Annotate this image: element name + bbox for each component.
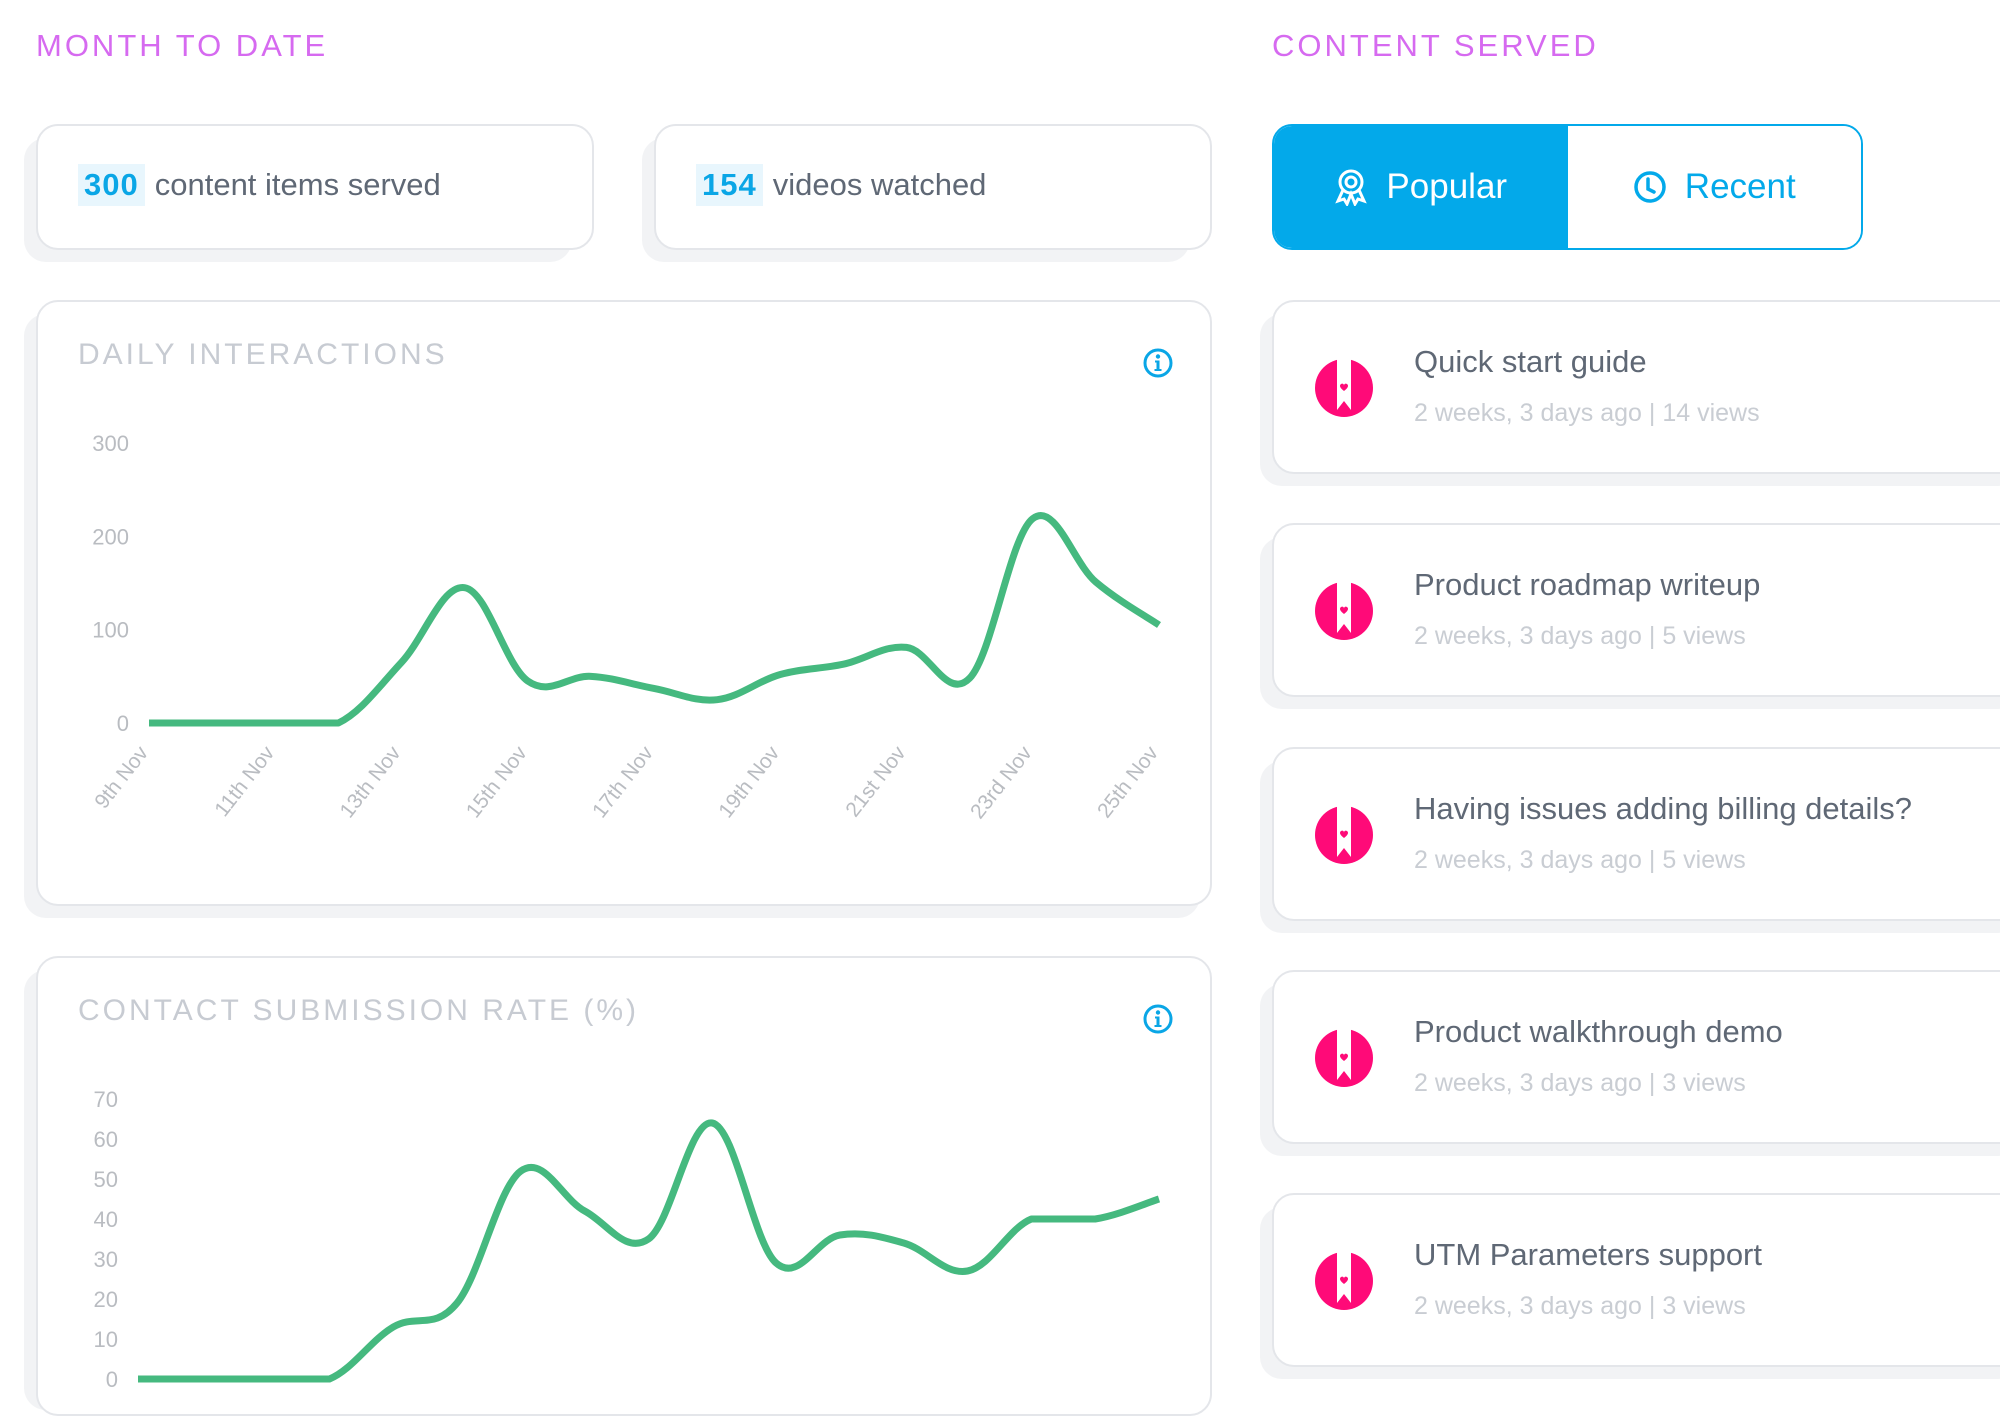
item-views: 14 views (1662, 399, 1759, 427)
tab-popular[interactable]: Popular (1274, 126, 1568, 248)
tab-recent-label: Recent (1685, 167, 1796, 207)
x-tick-label: 13th Nov (336, 742, 406, 823)
stat-label: content items served (155, 167, 441, 203)
item-title: Product walkthrough demo (1414, 1014, 1783, 1050)
y-tick-label: 10 (94, 1327, 118, 1352)
meta-separator: | (1649, 622, 1656, 650)
meta-separator: | (1649, 399, 1656, 427)
x-tick-label: 9th Nov (90, 742, 153, 814)
series-line (138, 1123, 1159, 1379)
item-age: 2 weeks, 3 days ago (1414, 1069, 1642, 1097)
list-item[interactable]: Quick start guide 2 weeks, 3 days ago | … (1272, 300, 2000, 474)
list-item[interactable]: Having issues adding billing details? 2 … (1272, 747, 2000, 921)
y-tick-label: 60 (94, 1127, 118, 1152)
y-tick-label: 0 (117, 711, 129, 736)
bookmark-icon (1314, 805, 1374, 865)
stat-label: videos watched (773, 167, 987, 203)
item-meta: 2 weeks, 3 days ago | 3 views (1414, 1292, 1746, 1321)
tab-recent[interactable]: Recent (1568, 126, 1862, 248)
y-tick-label: 40 (94, 1207, 118, 1232)
list-item[interactable]: Product walkthrough demo 2 weeks, 3 days… (1272, 970, 2000, 1144)
x-tick-label: 19th Nov (714, 742, 784, 823)
y-tick-label: 70 (94, 1087, 118, 1112)
item-age: 2 weeks, 3 days ago (1414, 1292, 1642, 1320)
meta-separator: | (1649, 1069, 1656, 1097)
item-age: 2 weeks, 3 days ago (1414, 622, 1642, 650)
tab-popular-label: Popular (1386, 167, 1507, 207)
meta-separator: | (1649, 1292, 1656, 1320)
y-tick-label: 0 (106, 1367, 118, 1392)
item-views: 5 views (1662, 846, 1745, 874)
item-meta: 2 weeks, 3 days ago | 3 views (1414, 1069, 1746, 1098)
item-views: 3 views (1662, 1069, 1745, 1097)
meta-separator: | (1649, 846, 1656, 874)
stat-card-content-served: 300 content items served (36, 124, 594, 250)
y-tick-label: 50 (94, 1167, 118, 1192)
item-views: 3 views (1662, 1292, 1745, 1320)
x-tick-label: 11th Nov (210, 742, 279, 822)
item-title: Product roadmap writeup (1414, 567, 1760, 603)
y-tick-label: 100 (92, 618, 129, 643)
bookmark-icon (1314, 581, 1374, 641)
x-tick-label: 17th Nov (588, 742, 658, 823)
x-tick-label: 21st Nov (841, 742, 910, 822)
item-meta: 2 weeks, 3 days ago | 14 views (1414, 399, 1760, 428)
content-sort-toggle: Popular Recent (1272, 124, 1863, 250)
item-age: 2 weeks, 3 days ago (1414, 846, 1642, 874)
bookmark-icon (1314, 358, 1374, 418)
x-tick-label: 15th Nov (462, 742, 532, 823)
list-item[interactable]: UTM Parameters support 2 weeks, 3 days a… (1272, 1193, 2000, 1367)
y-tick-label: 20 (94, 1287, 118, 1312)
stat-card-videos-watched: 154 videos watched (654, 124, 1212, 250)
item-title: Quick start guide (1414, 344, 1647, 380)
item-age: 2 weeks, 3 days ago (1414, 399, 1642, 427)
bookmark-icon (1314, 1251, 1374, 1311)
month-to-date-title: MONTH TO DATE (36, 28, 328, 64)
content-served-title: CONTENT SERVED (1272, 28, 1599, 64)
bookmark-icon (1314, 1028, 1374, 1088)
stat-value: 154 (696, 164, 763, 206)
item-title: Having issues adding billing details? (1414, 791, 1912, 827)
x-tick-label: 25th Nov (1093, 742, 1163, 823)
x-tick-label: 23rd Nov (966, 742, 1037, 824)
stat-value: 300 (78, 164, 145, 206)
contact-submission-card: CONTACT SUBMISSION RATE (%) 010203040506… (36, 956, 1212, 1416)
item-meta: 2 weeks, 3 days ago | 5 views (1414, 846, 1746, 875)
y-tick-label: 30 (94, 1247, 118, 1272)
clock-icon (1633, 170, 1667, 204)
award-icon (1334, 168, 1368, 206)
daily-interactions-card: DAILY INTERACTIONS 01002003009th Nov11th… (36, 300, 1212, 906)
item-meta: 2 weeks, 3 days ago | 5 views (1414, 622, 1746, 651)
item-title: UTM Parameters support (1414, 1237, 1762, 1273)
daily-interactions-chart: 0 100 200 300 9th Nov 11th Nov 13th Nov 15th No… (38, 302, 1214, 908)
item-views: 5 views (1662, 622, 1745, 650)
list-item[interactable]: Product roadmap writeup 2 weeks, 3 days … (1272, 523, 2000, 697)
series-line (149, 516, 1159, 723)
y-tick-label: 300 (92, 431, 129, 456)
contact-submission-chart: 0 10 20 30 40 50 60 70 (38, 958, 1214, 1418)
y-tick-label: 200 (92, 524, 129, 549)
